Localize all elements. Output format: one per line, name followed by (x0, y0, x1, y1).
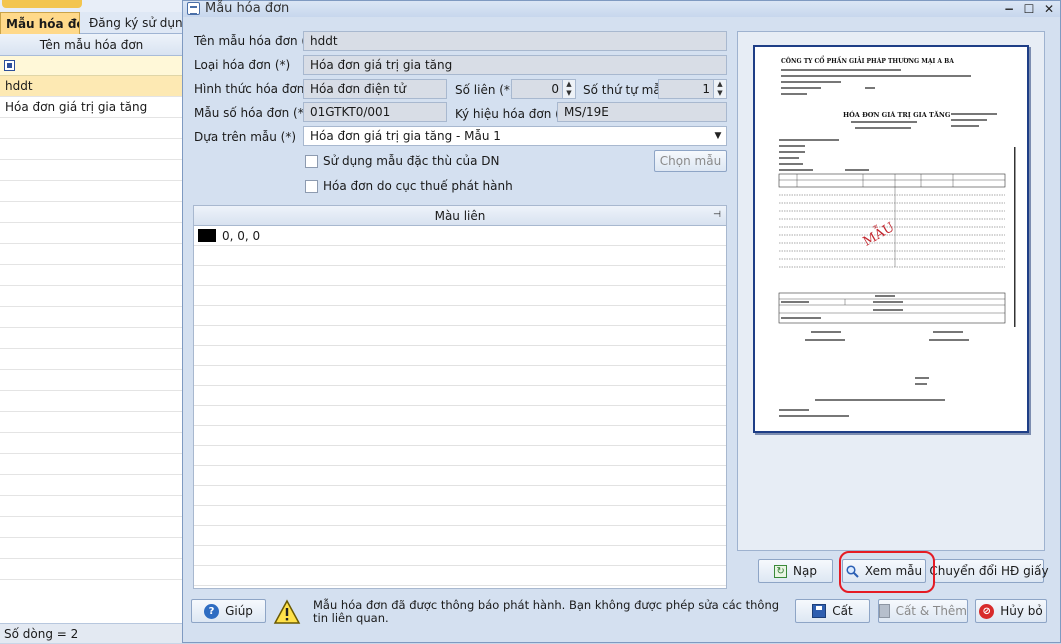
grid-header[interactable]: Tên mẫu hóa đơn (0, 34, 183, 56)
preview-company: CÔNG TY CỔ PHẦN GIẢI PHÁP THƯƠNG MẠI A B… (781, 56, 954, 65)
save-label: Cất (832, 604, 853, 618)
help-button[interactable]: ? Giúp (191, 599, 266, 623)
order-value: 1 (702, 82, 710, 96)
template-preview: CÔNG TY CỔ PHẦN GIẢI PHÁP THƯƠNG MẠI A B… (737, 31, 1045, 551)
tab-strip: Mẫu hóa đơn Đăng ký sử dụng h (0, 12, 200, 34)
based-on-value: Hóa đơn giá trị gia tăng - Mẫu 1 (310, 129, 501, 143)
chevron-down-icon[interactable]: ▼ (710, 127, 726, 145)
template-name-field[interactable]: hddt (303, 31, 727, 51)
copies-value: 0 (551, 82, 559, 96)
help-icon: ? (204, 603, 220, 619)
tab-dang-ky[interactable]: Đăng ký sử dụng h (84, 12, 194, 34)
preview-invoice-title: HÓA ĐƠN GIÁ TRỊ GIA TĂNG (843, 110, 951, 119)
close-icon[interactable]: ✕ (1042, 3, 1056, 15)
choose-template-button[interactable]: Chọn mẫu (654, 150, 727, 172)
cancel-label: Hủy bỏ (1000, 604, 1043, 618)
invoice-preview-drawing: CÔNG TY CỔ PHẦN GIẢI PHÁP THƯƠNG MẠI A B… (778, 56, 1016, 417)
cancel-icon: ⊘ (979, 603, 995, 619)
form-icon (187, 2, 200, 15)
list-item[interactable]: hddt (0, 76, 183, 97)
save-add-icon (879, 604, 890, 618)
spin-down-icon[interactable]: ▼ (714, 89, 726, 98)
save-icon (812, 604, 827, 618)
order-label: Số thứ tự mẫu (583, 83, 669, 97)
top-strip (0, 0, 200, 12)
load-label: Nạp (793, 564, 817, 578)
minimize-icon[interactable]: − (1002, 3, 1016, 15)
dialog-titlebar[interactable]: Mẫu hóa đơn − ☐ ✕ (183, 1, 1060, 17)
based-on-label: Dựa trên mẫu (*) (194, 130, 297, 144)
cancel-button[interactable]: ⊘ Hủy bỏ (975, 599, 1047, 623)
template-name-label: Tên mẫu hóa đơn (*) (194, 34, 317, 48)
invoice-type-field[interactable]: Hóa đơn giá trị gia tăng (303, 55, 727, 75)
copies-stepper[interactable]: 0 ▲ ▼ (511, 79, 576, 99)
invoice-preview-page: CÔNG TY CỔ PHẦN GIẢI PHÁP THƯƠNG MẠI A B… (753, 45, 1029, 433)
pin-icon[interactable]: ⊣ (712, 210, 722, 220)
choose-template-label: Chọn mẫu (659, 154, 722, 168)
list-item[interactable]: Hóa đơn giá trị gia tăng (0, 97, 183, 118)
window-controls: − ☐ ✕ (1002, 1, 1056, 17)
order-stepper[interactable]: 1 ▲ ▼ (658, 79, 727, 99)
invoice-type-label: Loại hóa đơn (*) (194, 58, 291, 72)
custom-template-checkbox[interactable] (305, 155, 318, 168)
dialog-title: Mẫu hóa đơn (205, 1, 290, 16)
based-on-select[interactable]: Hóa đơn giá trị gia tăng - Mẫu 1 ▼ (303, 126, 727, 146)
maximize-icon[interactable]: ☐ (1022, 3, 1036, 15)
color-swatch (198, 229, 216, 242)
custom-template-label: Sử dụng mẫu đặc thù của DN (323, 154, 500, 168)
spin-down-icon[interactable]: ▼ (563, 89, 575, 98)
template-code-label: Mẫu số hóa đơn (*) (194, 106, 309, 120)
preview-watermark: MẪU (859, 217, 897, 249)
table-row[interactable]: 0, 0, 0 (194, 226, 726, 246)
copy-colors-header-label: Màu liên (434, 209, 486, 223)
help-label: Giúp (225, 604, 253, 618)
convert-paper-label: Chuyển đổi HĐ giấy (929, 564, 1049, 578)
save-button[interactable]: Cất (795, 599, 870, 623)
spin-up-icon[interactable]: ▲ (714, 80, 726, 89)
tab-mau-hoa-don[interactable]: Mẫu hóa đơn (0, 12, 80, 34)
refresh-icon: ↻ (774, 564, 788, 578)
template-list-grid: Tên mẫu hóa đơn hddt Hóa đơn giá trị gia… (0, 34, 184, 623)
highlight-annotation (839, 551, 935, 593)
symbol-label: Ký hiệu hóa đơn (*) (455, 107, 571, 121)
copy-colors-grid: Màu liên ⊣ 0, 0, 0 (193, 205, 727, 589)
filter-icon[interactable] (4, 60, 15, 71)
warning-icon (273, 599, 301, 624)
tax-office-label: Hóa đơn do cục thuế phát hành (323, 179, 513, 193)
copy-colors-header[interactable]: Màu liên ⊣ (194, 206, 726, 226)
save-and-add-label: Cất & Thêm (895, 604, 967, 618)
load-button[interactable]: ↻ Nạp (758, 559, 833, 583)
filter-row[interactable] (0, 56, 183, 76)
symbol-field[interactable]: MS/19E (557, 102, 727, 122)
invoice-template-dialog: Mẫu hóa đơn − ☐ ✕ Tên mẫu hóa đơn (*) hd… (182, 0, 1061, 643)
warning-message: Mẫu hóa đơn đã được thông báo phát hành.… (313, 598, 780, 625)
convert-paper-button[interactable]: Chuyển đổi HĐ giấy (929, 559, 1049, 583)
color-value: 0, 0, 0 (222, 229, 261, 243)
status-bar: Số dòng = 2 (0, 623, 184, 643)
invoice-form-field[interactable]: Hóa đơn điện tử (303, 79, 447, 99)
tax-office-checkbox[interactable] (305, 180, 318, 193)
template-code-field[interactable]: 01GTKT0/001 (303, 102, 447, 122)
copies-label: Số liên (*) (455, 83, 515, 97)
spin-up-icon[interactable]: ▲ (563, 80, 575, 89)
save-and-add-button[interactable]: Cất & Thêm (878, 599, 968, 623)
